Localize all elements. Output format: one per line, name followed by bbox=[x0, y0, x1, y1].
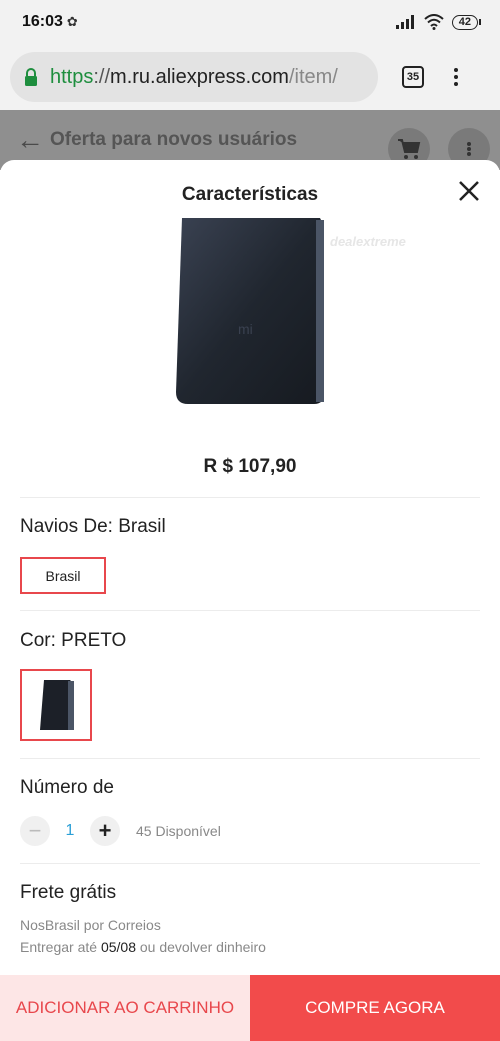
svg-text:mi: mi bbox=[238, 321, 253, 337]
divider bbox=[20, 610, 480, 611]
ships-from-option-label: Brasil bbox=[45, 567, 81, 584]
close-icon[interactable] bbox=[456, 178, 482, 204]
product-price: R $ 107,90 bbox=[203, 456, 297, 477]
shipping-label: Frete grátis bbox=[20, 882, 117, 903]
quantity-value[interactable]: 1 bbox=[50, 822, 90, 840]
bottom-action-bar: ADICIONAR AO CARRINHO COMPRE AGORA bbox=[0, 975, 500, 1041]
wifi-icon bbox=[424, 14, 444, 30]
status-time: 16:03 bbox=[22, 13, 63, 30]
delivery-suffix: ou devolver dinheiro bbox=[139, 939, 266, 955]
watermark-logo: dealextreme bbox=[330, 234, 406, 249]
divider bbox=[20, 497, 480, 498]
browser-toolbar: https://m.ru.aliexpress.com/item/ 35 bbox=[0, 44, 500, 110]
color-label: Cor: PRETO bbox=[20, 630, 127, 651]
product-options-sheet: Características mi dealextreme R $ 107,9… bbox=[0, 160, 500, 1041]
ships-from-option-brasil[interactable]: Brasil bbox=[20, 557, 106, 594]
url-path: /item/ bbox=[288, 65, 338, 88]
product-image: mi bbox=[176, 218, 324, 404]
add-to-cart-button[interactable]: ADICIONAR AO CARRINHO bbox=[0, 975, 250, 1041]
notification-icon: ✿ bbox=[66, 14, 78, 29]
status-bar: 16:03 ✿ 42 bbox=[0, 0, 500, 44]
divider bbox=[20, 863, 480, 864]
color-thumbnail bbox=[40, 680, 74, 730]
browser-menu-icon[interactable] bbox=[454, 68, 458, 86]
quantity-increase-button[interactable]: + bbox=[90, 816, 120, 846]
ships-from-label: Navios De: Brasil bbox=[20, 516, 166, 537]
buy-now-button[interactable]: COMPRE AGORA bbox=[250, 975, 500, 1041]
shipping-carrier: NosBrasil por Correios bbox=[20, 917, 161, 933]
back-arrow-icon: ← bbox=[16, 124, 44, 155]
color-option-preto[interactable] bbox=[20, 669, 92, 741]
url-scheme: https bbox=[50, 65, 94, 88]
background-page-title: Oferta para novos usuários bbox=[50, 129, 298, 150]
quantity-decrease-button[interactable]: − bbox=[20, 816, 50, 846]
url-separator: :// bbox=[93, 65, 111, 88]
quantity-available: 45 Disponível bbox=[136, 823, 221, 839]
quantity-stepper: − 1 + 45 Disponível bbox=[20, 816, 221, 846]
delivery-prefix: Entregar até bbox=[20, 939, 98, 955]
quantity-label: Número de bbox=[20, 777, 114, 798]
battery-indicator: 42 bbox=[451, 14, 482, 30]
lock-icon bbox=[25, 68, 37, 86]
url-text: https://m.ru.aliexpress.com/item/ bbox=[50, 66, 338, 89]
url-domain: m.ru.aliexpress.com bbox=[110, 65, 289, 88]
status-icons: 42 bbox=[395, 14, 482, 30]
signal-icon bbox=[395, 15, 414, 29]
delivery-info: Entregar até 05/08 ou devolver dinheiro bbox=[20, 939, 266, 955]
sheet-title: Características bbox=[181, 184, 319, 205]
tab-switcher-button[interactable]: 35 bbox=[402, 66, 424, 88]
delivery-date: 05/08 bbox=[100, 939, 136, 955]
divider bbox=[20, 758, 480, 759]
url-bar[interactable]: https://m.ru.aliexpress.com/item/ bbox=[10, 52, 378, 102]
